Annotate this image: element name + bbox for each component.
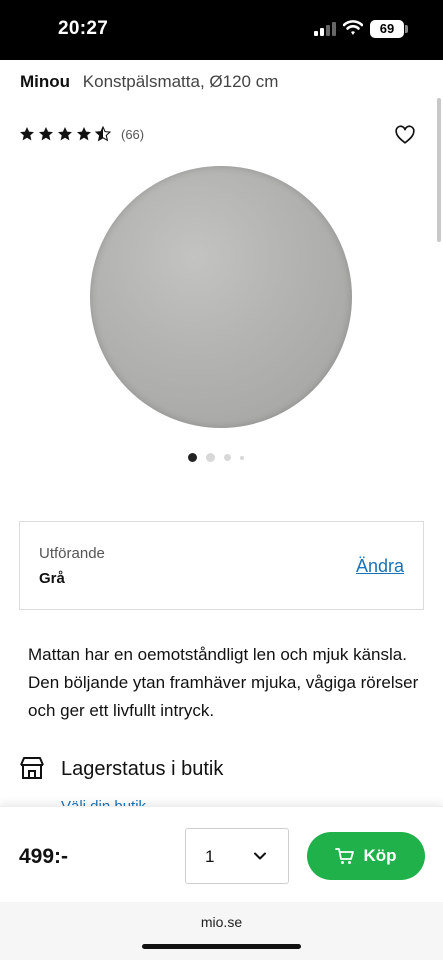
product-title: Minou Konstpälsmatta, Ø120 cm — [20, 72, 278, 92]
product-rating[interactable]: (66) — [19, 124, 144, 144]
scrollbar-thumb[interactable] — [437, 98, 441, 242]
star-half-icon — [95, 126, 111, 142]
price: 499:- — [19, 845, 69, 868]
buy-label: Köp — [363, 846, 397, 865]
product-name: Konstpälsmatta, Ø120 cm — [82, 72, 279, 91]
carousel-dot[interactable] — [206, 453, 215, 462]
stock-status-title: Lagerstatus i butik — [61, 758, 224, 780]
carousel-dot[interactable] — [240, 455, 244, 460]
chevron-down-icon — [254, 852, 266, 860]
carousel-dots — [188, 453, 244, 462]
star-icon — [77, 127, 91, 141]
quantity-select[interactable]: 1 — [185, 828, 289, 884]
change-variant-link[interactable]: Ändra — [356, 556, 404, 577]
heart-icon[interactable] — [394, 124, 416, 146]
battery-indicator: 69 — [370, 20, 404, 38]
star-icon — [20, 127, 34, 141]
status-time: 20:27 — [58, 18, 109, 39]
home-indicator[interactable] — [142, 944, 301, 949]
buy-bar: 499:- 1 Köp — [0, 806, 443, 902]
star-icon — [58, 127, 72, 141]
rating-stars — [19, 126, 111, 142]
quantity-value: 1 — [205, 847, 215, 866]
address-url[interactable]: mio.se — [0, 914, 443, 930]
variant-card: Utförande Grå Ändra — [19, 521, 424, 610]
star-icon — [39, 127, 53, 141]
carousel-dot-active[interactable] — [188, 453, 197, 462]
battery-cap — [405, 25, 408, 33]
store-icon — [20, 757, 44, 779]
cart-icon — [335, 848, 355, 864]
cellular-signal-icon — [314, 22, 336, 36]
carousel-dot[interactable] — [224, 454, 231, 461]
variant-label: Utförande — [39, 545, 105, 562]
browser-address-bar[interactable]: mio.se — [0, 902, 443, 960]
product-brand: Minou — [20, 72, 71, 91]
buy-button[interactable]: Köp — [307, 832, 425, 880]
wifi-icon — [343, 20, 363, 35]
product-image[interactable] — [90, 166, 352, 428]
product-description: Mattan har en oemotståndligt len och mju… — [28, 645, 419, 720]
status-bar: 20:27 69 — [0, 0, 443, 60]
variant-value: Grå — [39, 570, 65, 587]
rating-count: (66) — [121, 126, 145, 142]
